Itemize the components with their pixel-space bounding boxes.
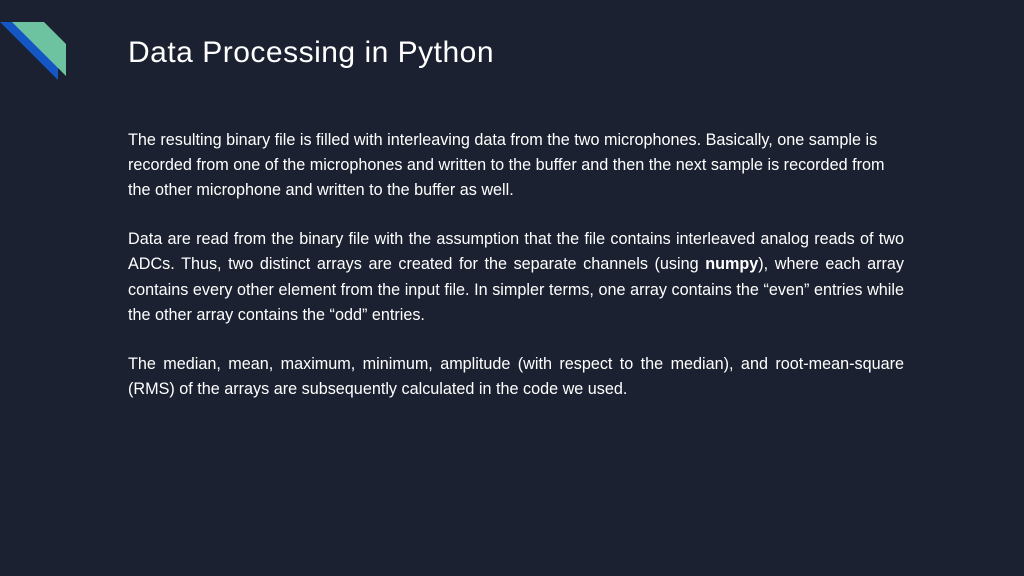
slide-title: Data Processing in Python xyxy=(128,36,904,70)
paragraph-1: The resulting binary file is filled with… xyxy=(128,128,904,203)
slide-content: Data Processing in Python The resulting … xyxy=(0,0,1024,466)
paragraph-2-bold: numpy xyxy=(705,255,758,273)
paragraph-2: Data are read from the binary file with … xyxy=(128,227,904,327)
paragraph-3: The median, mean, maximum, minimum, ampl… xyxy=(128,352,904,402)
